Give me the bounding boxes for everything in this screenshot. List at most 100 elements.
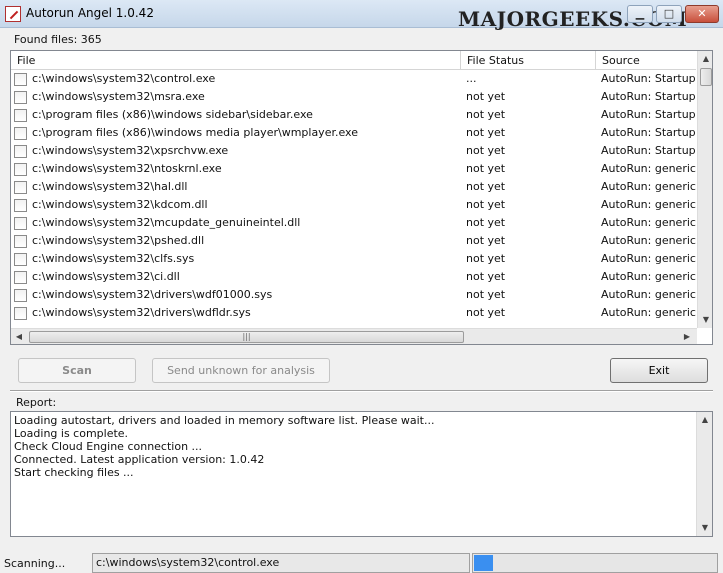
report-line: Connected. Latest application version: 1… [14,453,265,466]
grid-rows: c:\windows\system32\control.exe... AutoRu… [11,70,696,328]
row-checkbox[interactable] [14,271,27,284]
row-checkbox[interactable] [14,235,27,248]
grid-horizontal-scrollbar[interactable]: ◀ ||| ▶ [11,328,697,344]
file-source: AutoRun: generic [601,252,696,265]
file-path: c:\program files (x86)\windows media pla… [32,126,358,139]
grid-vertical-scrollbar[interactable]: ▲ ▼ [697,51,712,328]
file-path: c:\windows\system32\hal.dll [32,180,188,193]
window-title: Autorun Angel 1.0.42 [26,6,154,20]
row-checkbox[interactable] [14,217,27,230]
file-status: not yet [466,126,506,139]
file-path: c:\windows\system32\ci.dll [32,270,180,283]
file-source: AutoRun: Startup f [601,72,696,85]
file-path: c:\windows\system32\pshed.dll [32,234,205,247]
report-line: Start checking files ... [14,466,134,479]
file-path: c:\windows\system32\mcupdate_genuineinte… [32,216,301,229]
file-status: not yet [466,234,506,247]
maximize-button[interactable]: □ [656,5,682,23]
progress-fill [474,555,493,571]
close-button[interactable]: ✕ [685,5,719,23]
row-checkbox[interactable] [14,253,27,266]
row-checkbox[interactable] [14,109,27,122]
report-vertical-scrollbar[interactable]: ▲ ▼ [696,412,712,536]
minimize-button[interactable]: ▁ [627,5,653,23]
scroll-down-icon[interactable]: ▼ [698,312,712,328]
table-row[interactable]: c:\windows\system32\clfs.sys not yet AutoR… [11,250,696,268]
vertical-scroll-thumb[interactable] [700,68,712,86]
scroll-up-icon[interactable]: ▲ [697,412,712,428]
table-row[interactable]: c:\windows\system32\ntoskrnl.exe not yet A… [11,160,696,178]
maximize-icon: □ [663,7,675,20]
separator [10,390,713,392]
file-source: AutoRun: generic [601,216,696,229]
table-row[interactable]: c:\windows\system32\drivers\wdf01000.sys… [11,286,696,304]
file-source: AutoRun: Startup f [601,90,696,103]
title-bar[interactable]: Autorun Angel 1.0.42 MAJORGEEKS.COM ▁ □ … [0,0,723,31]
table-row[interactable]: c:\windows\system32\mcupdate_genuineinte… [11,214,696,232]
row-checkbox[interactable] [14,199,27,212]
report-label: Report: [16,396,57,409]
table-row[interactable]: c:\windows\system32\pshed.dll not yet Auto… [11,232,696,250]
table-row[interactable]: c:\windows\system32\msra.exe not yet AutoR… [11,88,696,106]
horizontal-scroll-thumb[interactable]: ||| [29,331,464,343]
table-row[interactable]: c:\program files (x86)\windows sidebar\s… [11,106,696,124]
file-status: not yet [466,108,506,121]
exit-button[interactable]: Exit [610,358,708,383]
file-status: ... [466,72,477,85]
column-header-status[interactable]: File Status [461,51,596,70]
row-checkbox[interactable] [14,289,27,302]
row-checkbox[interactable] [14,73,27,86]
file-status: not yet [466,90,506,103]
file-source: AutoRun: generic [601,180,696,193]
file-status: not yet [466,198,506,211]
report-line: Loading is complete. [14,427,129,440]
file-status: not yet [466,306,506,319]
table-row[interactable]: c:\windows\system32\kdcom.dll not yet Auto… [11,196,696,214]
table-row[interactable]: c:\windows\system32\drivers\wdfldr.sys no… [11,304,696,322]
scroll-down-icon[interactable]: ▼ [697,520,712,536]
row-checkbox[interactable] [14,91,27,104]
table-row[interactable]: c:\windows\system32\control.exe... AutoRu… [11,70,696,88]
file-source: AutoRun: Startup f [601,108,696,121]
file-status: not yet [466,180,506,193]
file-path: c:\windows\system32\msra.exe [32,90,205,103]
file-path: c:\windows\system32\kdcom.dll [32,198,208,211]
file-status: not yet [466,252,506,265]
file-path: c:\windows\system32\clfs.sys [32,252,195,265]
send-unknown-button[interactable]: Send unknown for analysis [152,358,330,383]
report-log[interactable]: Loading autostart, drivers and loaded in… [10,411,713,537]
file-source: AutoRun: Startup f [601,126,696,139]
row-checkbox[interactable] [14,163,27,176]
file-source: AutoRun: generic [601,198,696,211]
file-path: c:\program files (x86)\windows sidebar\s… [32,108,313,121]
file-status: not yet [466,144,506,157]
current-file-path: c:\windows\system32\control.exe [92,553,470,573]
scroll-up-icon[interactable]: ▲ [698,51,712,67]
scroll-left-icon[interactable]: ◀ [11,329,27,344]
row-checkbox[interactable] [14,145,27,158]
file-status: not yet [466,162,506,175]
app-icon [5,6,21,22]
scroll-right-icon[interactable]: ▶ [679,329,695,344]
table-row[interactable]: c:\program files (x86)\windows media pla… [11,124,696,142]
file-path: c:\windows\system32\xpsrchvw.exe [32,144,229,157]
report-line: Check Cloud Engine connection ... [14,440,203,453]
table-row[interactable]: c:\windows\system32\hal.dll not yet AutoRu… [11,178,696,196]
file-source: AutoRun: generic [601,162,696,175]
table-row[interactable]: c:\windows\system32\ci.dll not yet AutoRun… [11,268,696,286]
row-checkbox[interactable] [14,307,27,320]
table-row[interactable]: c:\windows\system32\xpsrchvw.exe not yet A… [11,142,696,160]
file-grid[interactable]: File File Status Source c:\windows\syste… [10,50,713,345]
scan-button[interactable]: Scan [18,358,136,383]
scan-progress-bar [472,553,718,573]
column-header-source[interactable]: Source [596,51,696,70]
row-checkbox[interactable] [14,181,27,194]
column-header-file[interactable]: File [11,51,461,70]
minimize-icon: ▁ [635,7,645,20]
found-files-count: Found files: 365 [14,33,102,46]
report-line: Loading autostart, drivers and loaded in… [14,414,435,427]
row-checkbox[interactable] [14,127,27,140]
file-source: AutoRun: generic [601,306,696,319]
grid-header: File File Status Source [11,51,696,70]
file-path: c:\windows\system32\drivers\wdfldr.sys [32,306,251,319]
